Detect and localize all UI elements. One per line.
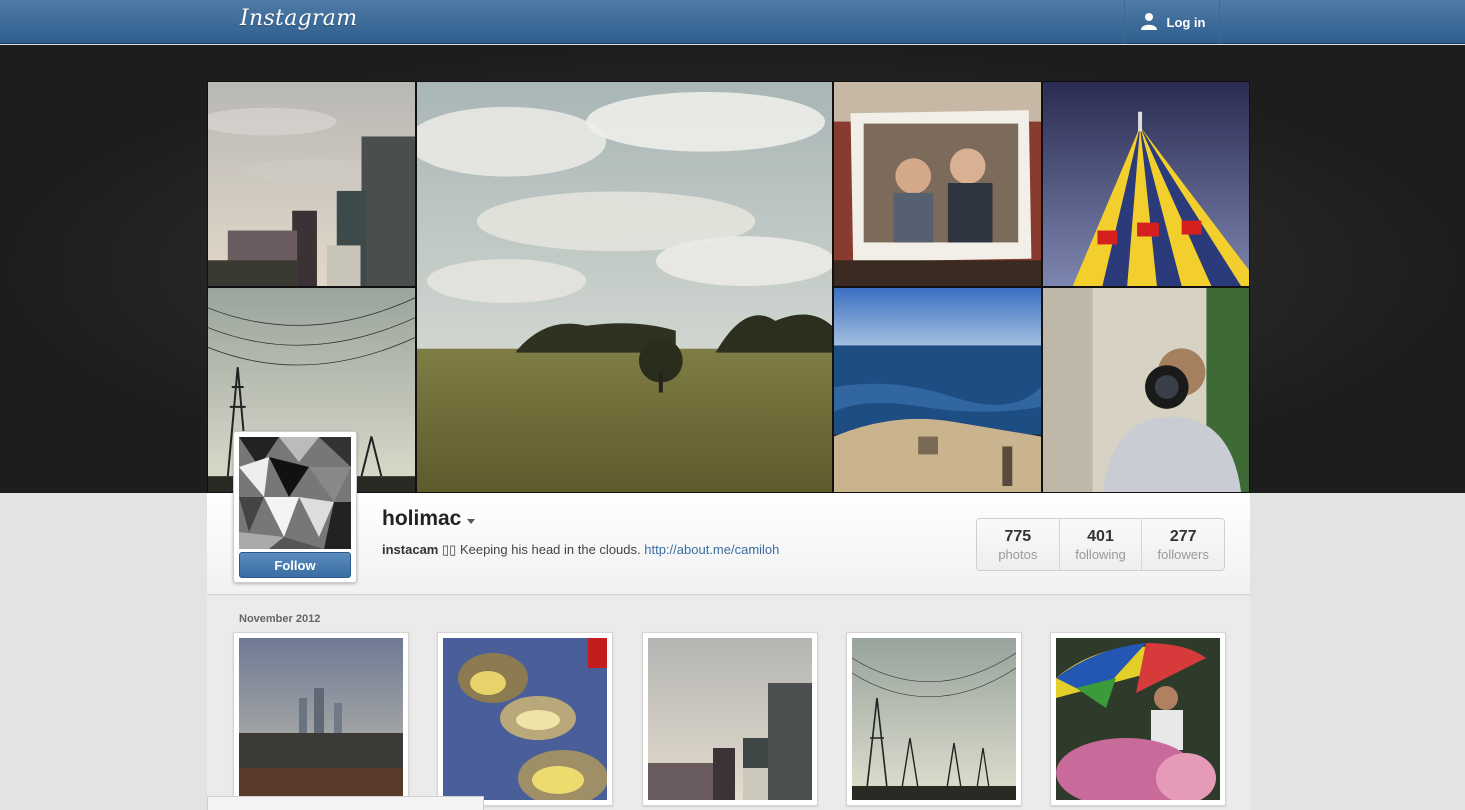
avatar[interactable] — [239, 437, 351, 549]
stat-followers-count: 277 — [1169, 528, 1197, 545]
mosaic-photo-ocean-coast[interactable] — [833, 287, 1042, 493]
bio-link[interactable]: http://about.me/camiloh — [644, 542, 779, 557]
bio-glyphs: ▯▯ — [442, 542, 457, 557]
stat-photos-count: 775 — [1004, 528, 1032, 545]
feed-photo-durian[interactable] — [437, 632, 613, 806]
photo-mosaic — [207, 81, 1250, 493]
profile-username-row: holimac — [382, 507, 476, 531]
profile-full-name: instacam — [382, 542, 439, 557]
profile-bio: instacam ▯▯ Keeping his head in the clou… — [382, 542, 779, 558]
month-heading: November 2012 — [239, 613, 321, 625]
stat-photos-label: photos — [998, 547, 1038, 562]
profile-card: Follow holimac instacam ▯▯ Keeping his h… — [207, 431, 1250, 595]
stat-followers[interactable]: 277 followers — [1142, 519, 1224, 570]
instagram-logo[interactable]: Instagram — [240, 6, 357, 31]
top-navigation-bar: Instagram Log in — [0, 0, 1465, 44]
feed-photo-city-haze[interactable] — [233, 632, 409, 806]
stat-following-count: 401 — [1087, 528, 1114, 545]
bottom-panel-edge — [207, 796, 484, 810]
feed-photo-pylons[interactable] — [846, 632, 1022, 806]
profile-stats: 775 photos 401 following 277 followers — [976, 518, 1225, 571]
user-icon — [1139, 11, 1159, 34]
mosaic-photo-couple-polaroid[interactable] — [833, 81, 1042, 287]
stat-followers-label: followers — [1157, 547, 1209, 562]
feed-photo-umbrella-market[interactable] — [1050, 632, 1226, 806]
avatar-container: Follow — [233, 431, 357, 583]
caret-down-icon[interactable] — [467, 518, 476, 524]
login-button[interactable]: Log in — [1124, 0, 1220, 44]
mosaic-photo-field-with-cows[interactable] — [416, 81, 833, 493]
follow-button[interactable]: Follow — [239, 552, 351, 578]
feed-photo-skyline-clouds[interactable] — [642, 632, 818, 806]
mosaic-photo-city-skyline[interactable] — [207, 81, 416, 287]
stat-following[interactable]: 401 following — [1060, 519, 1143, 570]
bio-text: Keeping his head in the clouds. — [459, 542, 641, 557]
stat-following-label: following — [1075, 547, 1126, 562]
stat-photos[interactable]: 775 photos — [977, 519, 1060, 570]
profile-username: holimac — [382, 507, 462, 530]
mosaic-photo-photographer[interactable] — [1042, 287, 1250, 493]
photo-feed: November 2012 — [207, 596, 1250, 810]
mosaic-photo-circus-tent[interactable] — [1042, 81, 1250, 287]
login-label: Log in — [1166, 14, 1206, 30]
